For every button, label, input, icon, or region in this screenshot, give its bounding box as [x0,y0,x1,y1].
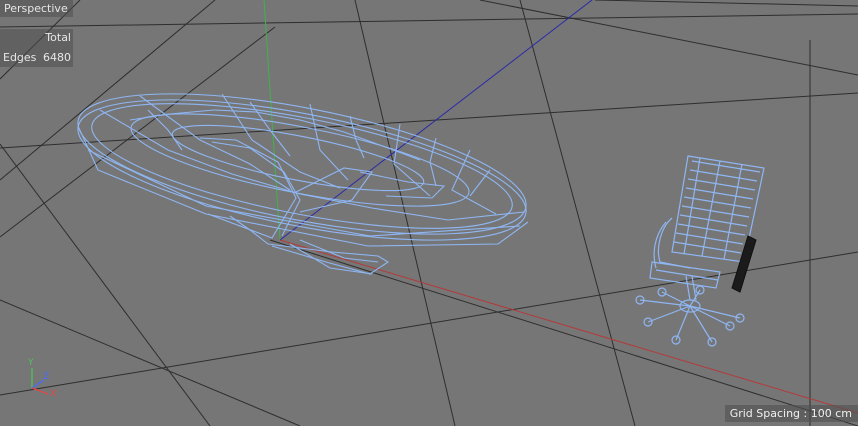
chair-backrest-spine [731,235,757,293]
hud-edges-value: 6480 [43,51,71,64]
axis-y-label: Y [28,358,34,368]
hud-edges-label: Edges [3,51,37,64]
grid-spacing-label: Grid Spacing : 100 cm [724,405,858,422]
world-axis-y [263,0,281,241]
viewport-view-name[interactable]: Perspective [0,0,73,17]
axis-x-label: X [50,389,57,399]
floor-grid [0,0,858,426]
axis-gizmo-lines [31,368,49,395]
axis-gizmo: Y Z X [22,358,64,404]
hud-header: Total [45,31,71,44]
viewport-perspective[interactable]: Perspective Total Edges 6480 Y Z X Grid … [0,0,858,426]
axis-z-label: Z [43,372,50,382]
hud-stats-panel: Total Edges 6480 [0,29,73,67]
world-axis-z [279,0,593,241]
scene-canvas[interactable] [0,0,858,426]
